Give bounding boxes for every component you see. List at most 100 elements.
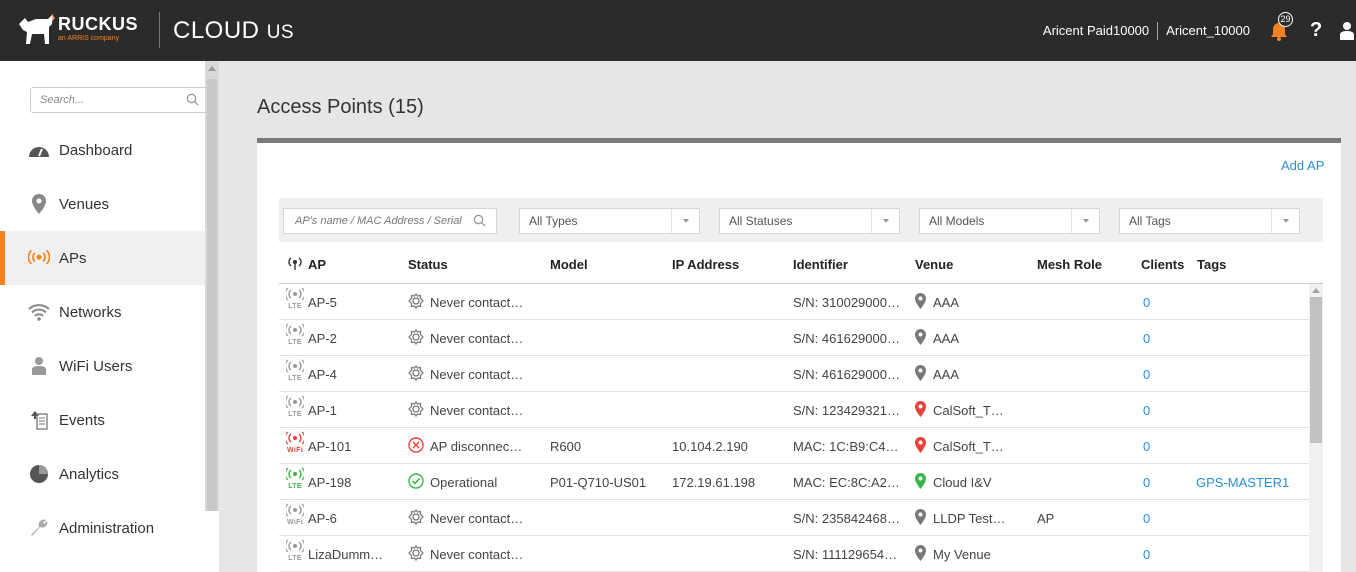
tags-filter-select[interactable]: All Tags	[1119, 208, 1300, 234]
sidebar-item-analytics[interactable]: Analytics	[0, 447, 205, 501]
column-header-clients[interactable]: Clients	[1141, 257, 1184, 272]
ap-venue[interactable]: LLDP Test…	[933, 511, 1006, 526]
search-icon[interactable]	[186, 93, 199, 106]
gear-icon	[408, 401, 424, 420]
sidebar-scrollbar-thumb[interactable]	[207, 79, 217, 511]
table-row[interactable]: WiFi AP-6 Never contact… S/N: 235842468… LLD…	[279, 500, 1309, 536]
help-button[interactable]: ?	[1310, 19, 1322, 42]
ap-clients-count[interactable]: 0	[1143, 439, 1150, 454]
search-icon[interactable]	[473, 214, 486, 227]
gear-icon	[408, 365, 424, 384]
ap-clients-count[interactable]: 0	[1143, 475, 1150, 490]
ap-name[interactable]: AP-2	[308, 331, 337, 346]
ap-clients-count[interactable]: 0	[1143, 367, 1150, 382]
ap-clients-count[interactable]: 0	[1143, 547, 1150, 562]
column-header-identifier[interactable]: Identifier	[793, 257, 848, 272]
sidebar-item-networks[interactable]: Networks	[0, 285, 205, 339]
ap-clients-count[interactable]: 0	[1143, 295, 1150, 310]
column-header-tags[interactable]: Tags	[1197, 257, 1226, 272]
column-header-venue[interactable]: Venue	[915, 257, 953, 272]
ap-name[interactable]: AP-4	[308, 367, 337, 382]
ruckus-logo[interactable]: RUCKUS an ARRIS company	[16, 10, 156, 52]
type-filter-value: All Types	[529, 214, 578, 228]
sidebar-item-venues[interactable]: Venues	[0, 177, 205, 231]
dashboard-icon	[28, 139, 50, 161]
lte-ap-icon: LTE	[284, 359, 306, 387]
ap-identifier: S/N: 111129654…	[793, 547, 898, 562]
table-row[interactable]: LTE AP-198 Operational P01-Q710-US01 172.19.…	[279, 464, 1309, 500]
header-right: Aricent Paid10000 Aricent_10000 29 ?	[1043, 0, 1356, 61]
sidebar-search-input[interactable]	[31, 88, 171, 112]
ap-venue[interactable]: CalSoft_T…	[933, 403, 1004, 418]
sidebar-search[interactable]	[30, 87, 209, 113]
ap-ip-address: 10.104.2.190	[672, 439, 748, 454]
ap-table-body: LTE AP-5 Never contact… S/N: 310029000… AAA 0…	[279, 284, 1309, 572]
status-filter-value: All Statuses	[729, 214, 793, 228]
product-name: CLOUD US	[173, 17, 294, 45]
table-row[interactable]: LTE LizaDumm… Never contact… S/N: 111129654…	[279, 536, 1309, 572]
table-scrollbar-thumb[interactable]	[1310, 297, 1322, 443]
column-header-model[interactable]: Model	[550, 257, 588, 272]
column-header-ap[interactable]: AP	[308, 257, 326, 272]
ap-type-label: LTE	[288, 483, 302, 490]
sidebar-item-label: Networks	[59, 303, 122, 321]
top-bar: RUCKUS an ARRIS company CLOUD US Aricent…	[0, 0, 1356, 61]
sidebar-item-wifi-users[interactable]: WiFi Users	[0, 339, 205, 393]
check-circle-icon	[408, 473, 424, 492]
model-filter-select[interactable]: All Models	[919, 208, 1100, 234]
column-header-mesh-role[interactable]: Mesh Role	[1037, 257, 1102, 272]
sidebar-item-dashboard[interactable]: Dashboard	[0, 123, 205, 177]
sidebar-item-label: APs	[59, 249, 87, 267]
notification-count-badge: 29	[1278, 11, 1293, 27]
notifications-button[interactable]: 29	[1268, 11, 1293, 42]
column-header-status[interactable]: Status	[408, 257, 448, 272]
ap-venue[interactable]: CalSoft_T…	[933, 439, 1004, 454]
scroll-up-arrow-icon[interactable]	[208, 66, 216, 71]
tenant-name[interactable]: Aricent_10000	[1166, 23, 1250, 38]
ap-venue[interactable]: Cloud I&V	[933, 475, 992, 490]
column-header-ip-address[interactable]: IP Address	[672, 257, 739, 272]
lte-ap-icon: LTE	[284, 467, 306, 495]
chevron-down-icon[interactable]	[671, 209, 699, 233]
account-name[interactable]: Aricent Paid10000	[1043, 23, 1149, 38]
chevron-down-icon[interactable]	[1271, 209, 1299, 233]
ap-venue[interactable]: AAA	[933, 295, 959, 310]
ap-venue[interactable]: My Venue	[933, 547, 991, 562]
ap-name[interactable]: LizaDumm…	[308, 547, 383, 562]
ap-type-label: LTE	[288, 375, 302, 382]
ap-clients-count[interactable]: 0	[1143, 403, 1150, 418]
ap-venue[interactable]: AAA	[933, 367, 959, 382]
sidebar-item-aps[interactable]: APs	[0, 231, 205, 285]
location-pin-icon	[915, 365, 926, 384]
table-row[interactable]: LTE AP-2 Never contact… S/N: 461629000… AAA 0	[279, 320, 1309, 356]
ap-name[interactable]: AP-198	[308, 475, 351, 490]
gear-icon	[408, 293, 424, 312]
sidebar-item-administration[interactable]: Administration	[0, 501, 205, 555]
sidebar-item-label: Venues	[59, 195, 110, 213]
table-row[interactable]: LTE AP-4 Never contact… S/N: 461629000… AAA 0	[279, 356, 1309, 392]
table-row[interactable]: LTE AP-1 Never contact… S/N: 123429321… CalS…	[279, 392, 1309, 428]
type-filter-select[interactable]: All Types	[519, 208, 700, 234]
ap-clients-count[interactable]: 0	[1143, 331, 1150, 346]
chevron-down-icon[interactable]	[1071, 209, 1099, 233]
ap-identifier: S/N: 235842468…	[793, 511, 900, 526]
status-filter-select[interactable]: All Statuses	[719, 208, 900, 234]
add-ap-link[interactable]: Add AP	[1281, 158, 1324, 173]
ap-tags[interactable]: GPS-MASTER1	[1196, 475, 1289, 490]
user-menu-button[interactable]	[1340, 21, 1354, 41]
ap-name[interactable]: AP-6	[308, 511, 337, 526]
ap-name[interactable]: AP-101	[308, 439, 351, 454]
table-row[interactable]: LTE AP-5 Never contact… S/N: 310029000… AAA 0	[279, 284, 1309, 320]
ap-clients-count[interactable]: 0	[1143, 511, 1150, 526]
ap-search[interactable]	[283, 208, 497, 234]
chevron-down-icon[interactable]	[871, 209, 899, 233]
table-row[interactable]: WiFi AP-101 AP disconnec… R600 10.104.2.190 M…	[279, 428, 1309, 464]
sidebar-item-events[interactable]: Events	[0, 393, 205, 447]
ap-name[interactable]: AP-1	[308, 403, 337, 418]
scroll-up-arrow-icon[interactable]	[1312, 288, 1320, 293]
ap-identifier: S/N: 123429321…	[793, 403, 900, 418]
ap-search-input[interactable]	[284, 209, 464, 233]
ap-venue[interactable]: AAA	[933, 331, 959, 346]
ap-model: R600	[550, 439, 582, 454]
ap-name[interactable]: AP-5	[308, 295, 337, 310]
